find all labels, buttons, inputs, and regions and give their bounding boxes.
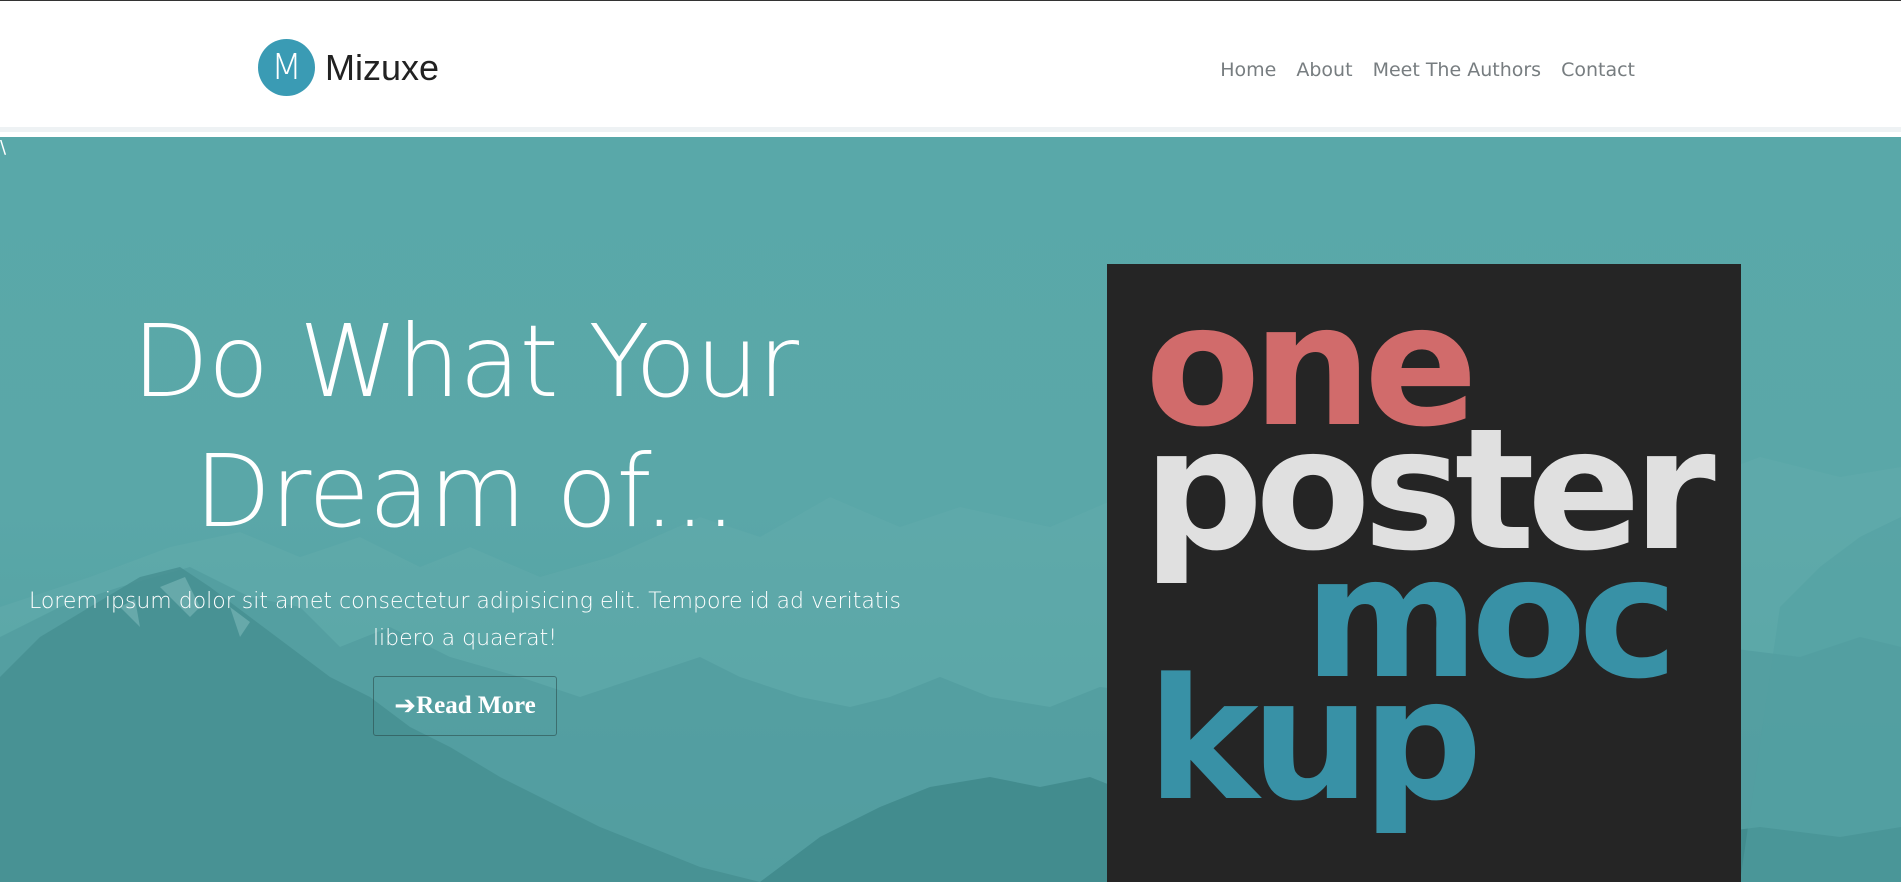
nav-link-home[interactable]: Home — [1220, 59, 1276, 81]
hero-title-line-2: Dream of... — [194, 433, 736, 550]
hero-title-line-1: Do What Your — [132, 303, 799, 420]
hero-section: \ Do What Your Dream of... Lorem ipsum d… — [0, 137, 1901, 882]
nav-link-meet-the-authors[interactable]: Meet The Authors — [1373, 59, 1542, 81]
poster-mockup-image: one poster moc kup — [1107, 264, 1741, 882]
nav-menu: Home About Meet The Authors Contact — [1220, 59, 1635, 81]
navbar: M Mizuxe Home About Meet The Authors Con… — [0, 1, 1901, 132]
nav-link-contact[interactable]: Contact — [1561, 59, 1635, 81]
hero-title: Do What Your Dream of... — [0, 297, 930, 557]
logo-circle-icon: M — [258, 39, 315, 96]
arrow-right-icon: ➔ — [394, 691, 417, 721]
brand-link[interactable]: M Mizuxe — [258, 39, 439, 96]
read-more-label: Read More — [416, 692, 536, 719]
stray-backslash-text: \ — [0, 137, 7, 158]
nav-link-about[interactable]: About — [1296, 59, 1352, 81]
hero-content: Do What Your Dream of... Lorem ipsum dol… — [0, 297, 930, 736]
poster-word-kup: kup — [1147, 642, 1483, 838]
read-more-button[interactable]: ➔ Read More — [373, 676, 557, 736]
brand-name: Mizuxe — [325, 46, 440, 88]
hero-description: Lorem ipsum dolor sit amet consectetur a… — [28, 589, 902, 651]
